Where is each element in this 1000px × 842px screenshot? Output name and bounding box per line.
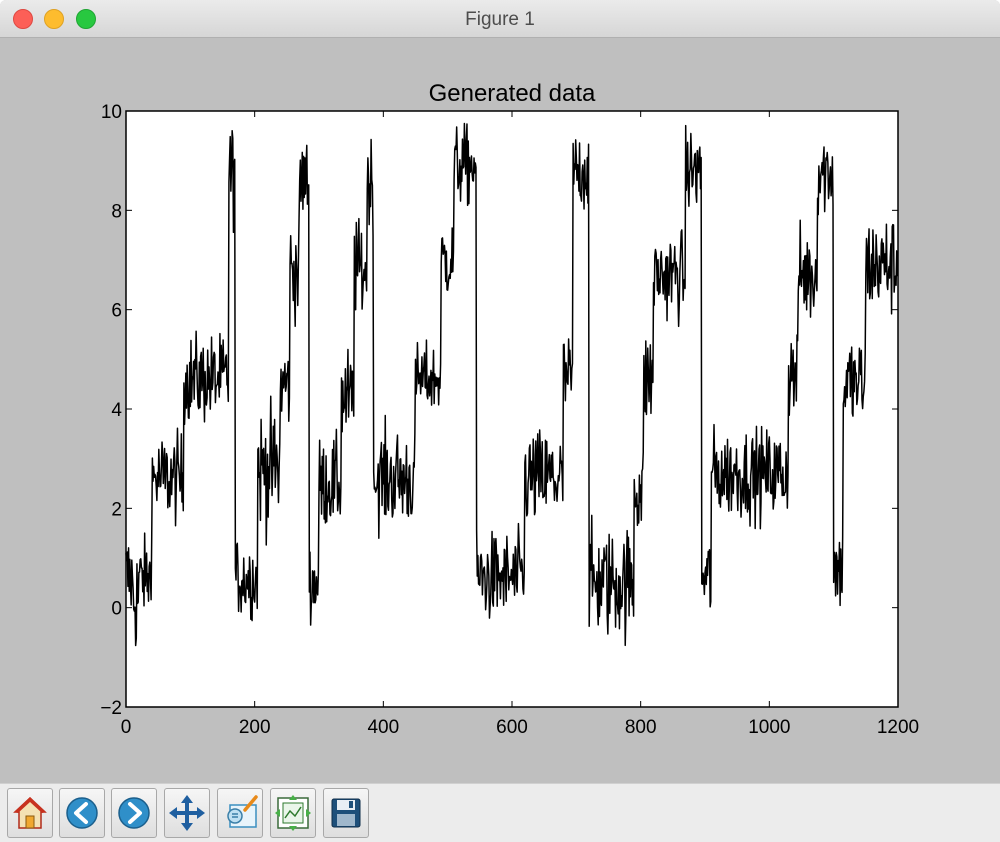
- x-tick-label: 800: [625, 717, 657, 738]
- move-icon: [169, 795, 205, 831]
- window-title: Figure 1: [465, 9, 535, 30]
- save-button[interactable]: [323, 788, 369, 838]
- x-tick-label: 1000: [748, 717, 790, 738]
- x-tick-label: 600: [496, 717, 528, 738]
- figure-window: Figure 1 0 200 400 600 800 1000 1200 −2 0 2 4 6 8 10 …: [0, 0, 1000, 842]
- zoom-rectangle-icon: [227, 795, 258, 828]
- forward-arrow-icon: [118, 797, 150, 829]
- y-tick-label: 2: [111, 499, 122, 520]
- navigation-toolbar: [0, 783, 1000, 842]
- y-tick-label: 8: [111, 201, 122, 222]
- chart-title: Generated data: [429, 80, 596, 107]
- back-arrow-icon: [66, 797, 98, 829]
- y-tick-label: 4: [111, 400, 122, 421]
- forward-button[interactable]: [111, 788, 157, 838]
- title-bar[interactable]: Figure 1: [0, 0, 1000, 38]
- home-icon: [13, 796, 47, 829]
- x-tick-label: 0: [121, 717, 132, 738]
- y-tick-label: 10: [101, 102, 122, 123]
- home-button[interactable]: [7, 788, 53, 838]
- y-tick-label: 0: [111, 599, 122, 620]
- y-tick-label: 6: [111, 301, 122, 322]
- line-chart: 0 200 400 600 800 1000 1200−20246810 Generated…: [100, 80, 919, 738]
- zoom-button[interactable]: [217, 788, 263, 838]
- figure-canvas[interactable]: 0 200 400 600 800 1000 1200 −2 0 2 4 6 8 10 Generated…: [0, 38, 1000, 783]
- y-tick-label: −2: [100, 698, 122, 719]
- pan-button[interactable]: [164, 788, 210, 838]
- back-button[interactable]: [59, 788, 105, 838]
- subplots-icon: [275, 795, 311, 831]
- x-tick-label: 400: [367, 717, 399, 738]
- plot-area: [126, 111, 898, 707]
- subplots-button[interactable]: [270, 788, 316, 838]
- save-icon: [331, 798, 361, 828]
- x-tick-label: 1200: [877, 717, 919, 738]
- x-tick-label: 200: [239, 717, 271, 738]
